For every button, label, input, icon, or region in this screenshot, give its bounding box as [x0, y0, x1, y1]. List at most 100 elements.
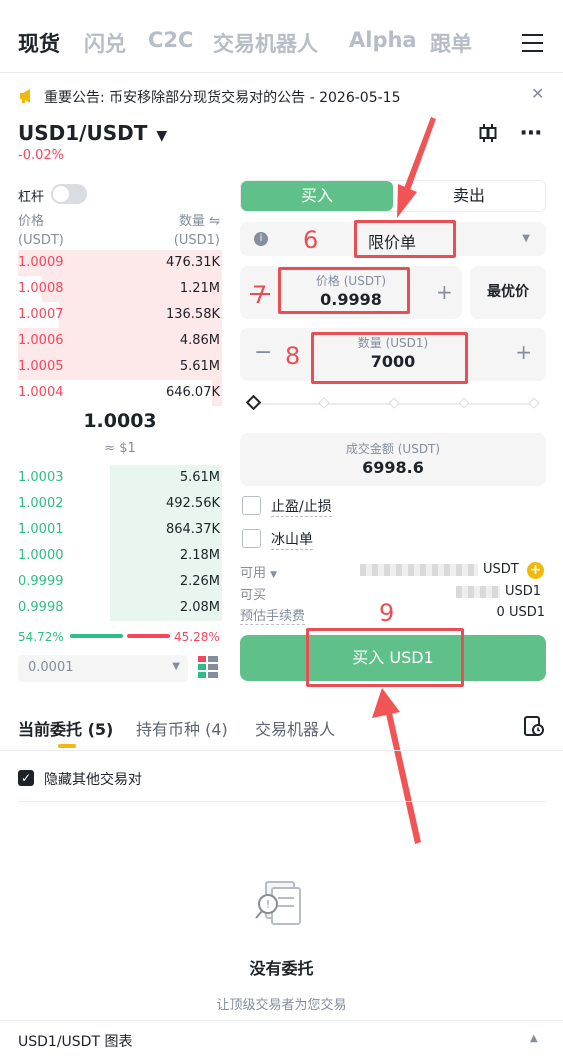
chevron-up-icon[interactable]: ▲ [530, 1033, 538, 1044]
ask-row[interactable]: 1.0008 1.21M [18, 276, 222, 302]
close-icon[interactable]: ✕ [531, 84, 544, 103]
chart-bar-label: USD1/USDT 图表 [18, 1034, 133, 1050]
price-value[interactable]: 0.9998 [240, 290, 462, 309]
pair-change: -0.02% [18, 148, 64, 163]
increase-price-button[interactable]: + [436, 280, 453, 304]
chevron-down-icon: ▼ [172, 661, 180, 672]
total-label: 成交金额 (USDT) [345, 442, 441, 456]
leverage-label: 杠杆 [18, 190, 45, 205]
add-funds-icon[interactable]: + [527, 562, 544, 579]
ask-row[interactable]: 1.0007 136.58K [18, 302, 222, 328]
increase-quantity-button[interactable]: + [515, 340, 532, 364]
divider [18, 801, 546, 802]
buy-tab[interactable]: 买入 [241, 181, 393, 211]
can-buy-unit: USD1 [505, 584, 542, 599]
tab-open-orders[interactable]: 当前委托 (5) [18, 716, 113, 740]
precision-select[interactable]: 0.0001 ▼ [18, 655, 188, 682]
info-icon[interactable]: i [254, 232, 268, 246]
ob-price-header: 价格 (USDT) [18, 214, 64, 248]
annotation-9: 9 [379, 599, 395, 627]
annotation-6: 6 [303, 226, 319, 254]
tab-copy-trading[interactable]: 跟单 [430, 28, 472, 58]
tab-bots[interactable]: 交易机器人 [255, 716, 335, 740]
annotation-7: 7 [252, 281, 268, 309]
bid-row[interactable]: 0.9999 2.26M [18, 569, 222, 595]
total-field[interactable]: 成交金额 (USDT) 6998.6 [240, 433, 546, 486]
best-price-button[interactable]: 最优价 [470, 266, 546, 319]
leverage-toggle[interactable] [51, 184, 87, 204]
bid-row[interactable]: 0.9998 2.08M [18, 595, 222, 621]
announcement-bar[interactable]: 重要公告: 币安移除部分现货交易对的公告 - 2026-05-15 ✕ [0, 72, 563, 118]
slider-mark-100[interactable] [528, 397, 540, 409]
available-label[interactable]: 可用 ▼ [240, 562, 277, 581]
divider [0, 750, 563, 751]
pair-selector[interactable]: USD1/USDT ▼ [18, 121, 167, 145]
price-label: 价格 (USDT) [315, 274, 387, 288]
empty-subtitle: 让顶级交易者为您交易 [216, 998, 347, 1013]
more-icon[interactable]: ⋯ [520, 121, 543, 146]
buy-submit-button[interactable]: 买入 USD1 [240, 635, 546, 681]
bid-row[interactable]: 1.0000 2.18M [18, 543, 222, 569]
ask-row[interactable]: 1.0004 646.07K [18, 380, 222, 406]
sell-ratio: 45.28% [174, 630, 220, 644]
tab-c2c[interactable]: C2C [148, 28, 193, 52]
ask-row[interactable]: 1.0006 4.86M [18, 328, 222, 354]
iceberg-label[interactable]: 冰山单 [271, 529, 313, 550]
empty-orders-icon: ! [255, 881, 301, 925]
tab-trading-bots[interactable]: 交易机器人 [213, 28, 318, 58]
tab-convert[interactable]: 闪兑 [84, 28, 126, 58]
orderbook-layout-icon[interactable] [198, 656, 218, 678]
available-amount-blurred [360, 564, 478, 576]
available-unit: USDT [483, 562, 519, 577]
can-buy-label: 可买 [240, 588, 267, 603]
ratio-bar [70, 634, 170, 638]
ask-row[interactable]: 1.0005 5.61M [18, 354, 222, 380]
swap-icon: ⇋ [209, 214, 220, 229]
active-tab-indicator [58, 744, 76, 748]
can-buy-amount-blurred [456, 586, 500, 598]
megaphone-icon [20, 89, 30, 103]
tp-sl-label[interactable]: 止盈/止损 [271, 496, 332, 517]
bid-row[interactable]: 1.0003 5.61M [18, 465, 222, 491]
announcement-text[interactable]: 重要公告: 币安移除部分现货交易对的公告 - 2026-05-15 [44, 87, 400, 107]
sell-tab[interactable]: 卖出 [393, 181, 545, 211]
buy-ratio: 54.72% [18, 630, 64, 644]
ob-qty-header[interactable]: 数量 ⇋ (USD1) [150, 212, 220, 250]
menu-icon[interactable] [522, 34, 543, 52]
svg-text:!: ! [266, 898, 270, 911]
slider-mark-25[interactable] [318, 397, 330, 409]
fee-label[interactable]: 预估手续费 [240, 605, 306, 625]
iceberg-checkbox[interactable] [242, 529, 261, 548]
slider-handle[interactable] [245, 394, 262, 411]
hide-other-pairs-checkbox[interactable]: ✓ [18, 770, 34, 786]
order-history-icon[interactable] [523, 715, 545, 737]
tab-holdings[interactable]: 持有币种 (4) [136, 716, 228, 740]
precision-value: 0.0001 [28, 660, 74, 675]
tp-sl-checkbox[interactable] [242, 496, 261, 515]
pair-symbol: USD1/USDT [18, 121, 148, 145]
annotation-7-strike [250, 293, 270, 295]
order-type-select[interactable]: i 限价单 ▼ [240, 222, 546, 256]
chevron-down-icon: ▼ [522, 233, 530, 244]
tab-alpha[interactable]: Alpha [349, 28, 417, 52]
bid-row[interactable]: 1.0002 492.56K [18, 491, 222, 517]
total-value[interactable]: 6998.6 [240, 458, 546, 477]
tab-spot[interactable]: 现货 [18, 28, 60, 58]
candlestick-chart-icon[interactable] [478, 123, 498, 143]
hide-other-pairs-label[interactable]: 隐藏其他交易对 [44, 769, 142, 789]
price-field[interactable]: 价格 (USDT) 0.9998 + [240, 266, 462, 319]
bid-row[interactable]: 1.0001 864.37K [18, 517, 222, 543]
empty-title: 没有委托 [249, 959, 314, 978]
ask-row[interactable]: 1.0009 476.31K [18, 250, 222, 276]
chart-bar[interactable]: USD1/USDT 图表 ▲ [0, 1020, 563, 1059]
fee-value: 0 USD1 [496, 605, 545, 620]
order-type-value: 限价单 [368, 233, 417, 252]
annotation-8: 8 [285, 342, 301, 370]
mid-price[interactable]: 1.0003 [18, 410, 222, 432]
chevron-down-icon: ▼ [270, 570, 278, 580]
slider-mark-50[interactable] [388, 397, 400, 409]
mid-fiat: ≈ $1 [104, 441, 136, 456]
chevron-down-icon: ▼ [156, 128, 168, 144]
slider-mark-75[interactable] [458, 397, 470, 409]
amount-slider[interactable] [245, 394, 540, 412]
